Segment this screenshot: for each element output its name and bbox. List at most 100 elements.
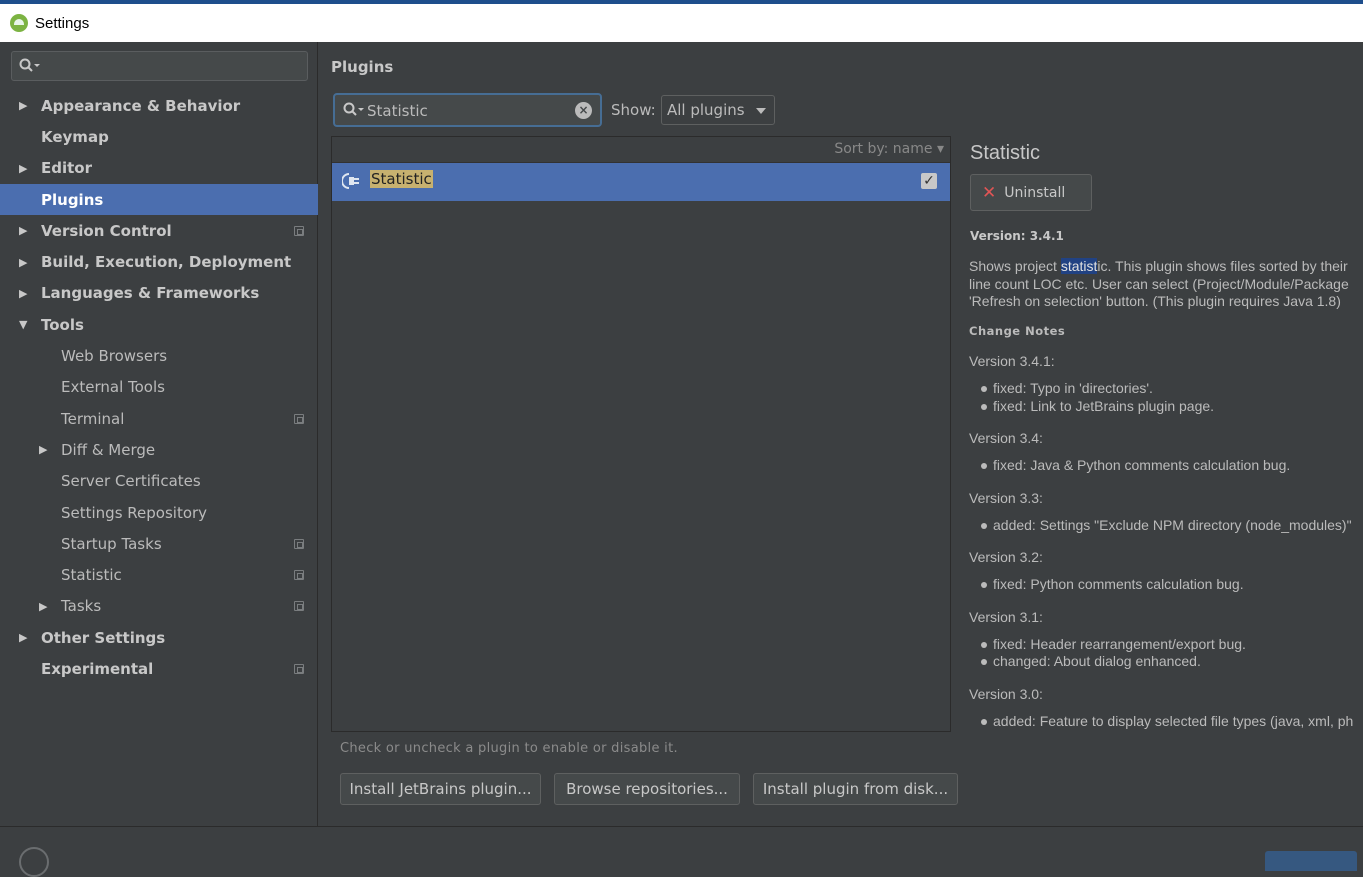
plugin-row-statistic[interactable]: Statistic ✓ — [332, 163, 950, 201]
settings-search-input[interactable] — [11, 51, 308, 81]
list-item: fixed: Typo in 'directories'. — [979, 380, 1363, 398]
sidebar-item-settings-repository[interactable]: Settings Repository — [0, 497, 318, 528]
help-icon[interactable] — [19, 847, 49, 877]
expand-right-icon[interactable]: ▶ — [19, 287, 27, 300]
change-note-list: fixed: Java & Python comments calculatio… — [969, 457, 1363, 475]
sort-by-label: Sort by: name — [834, 141, 933, 157]
change-note-list: fixed: Python comments calculation bug. — [969, 576, 1363, 594]
plugin-detail-name: Statistic — [970, 142, 1041, 164]
plugin-name: Statistic — [370, 170, 433, 188]
sidebar-item-label: Tasks — [61, 597, 102, 616]
sidebar-item-plugins[interactable]: Plugins — [0, 183, 318, 216]
expand-right-icon[interactable]: ▶ — [19, 256, 27, 269]
browse-repositories-button[interactable]: Browse repositories... — [554, 773, 740, 805]
list-item: added: Feature to display selected file … — [979, 713, 1363, 731]
sidebar-item-label: Terminal — [61, 409, 125, 428]
list-item: fixed: Header rearrangement/export bug. — [979, 636, 1363, 654]
expand-right-icon[interactable]: ▶ — [19, 631, 27, 644]
expand-right-icon[interactable]: ▶ — [19, 162, 27, 175]
desc-text: ic. This plugin shows files sorted by th… — [1097, 258, 1348, 274]
sidebar-item-diff-merge[interactable]: ▶ Diff & Merge — [0, 434, 318, 465]
sidebar-item-languages-frameworks[interactable]: ▶ Languages & Frameworks — [0, 278, 318, 309]
sidebar-item-tools[interactable]: ▼ Tools — [0, 309, 318, 340]
sidebar-item-build-execution-deployment[interactable]: ▶ Build, Execution, Deployment — [0, 246, 318, 277]
plugin-plug-icon — [341, 172, 360, 190]
search-icon — [343, 102, 365, 122]
expand-right-icon[interactable]: ▶ — [19, 99, 27, 112]
list-item: added: Settings "Exclude NPM directory (… — [979, 517, 1363, 535]
sidebar-item-tasks[interactable]: ▶ Tasks — [0, 591, 318, 622]
sidebar-item-experimental[interactable]: Experimental — [0, 653, 318, 684]
clear-search-icon[interactable]: × — [575, 102, 592, 119]
sidebar-item-label: Settings Repository — [61, 503, 208, 522]
plugin-enabled-checkbox[interactable]: ✓ — [921, 173, 937, 189]
change-note-version: Version 3.1: — [969, 608, 1043, 625]
sidebar-item-label: Other Settings — [41, 628, 166, 647]
project-scope-icon — [294, 570, 304, 581]
sidebar-item-label: Server Certificates — [61, 472, 201, 491]
project-scope-icon — [294, 663, 304, 674]
project-scope-icon — [294, 538, 304, 549]
show-filter-dropdown[interactable]: All plugins — [661, 95, 775, 125]
change-note-version: Version 3.4.1: — [969, 353, 1055, 369]
sidebar-item-label: Startup Tasks — [61, 534, 162, 553]
sidebar-item-other-settings[interactable]: ▶ Other Settings — [0, 622, 318, 653]
list-item: fixed: Java & Python comments calculatio… — [979, 457, 1363, 475]
android-studio-icon — [10, 14, 28, 32]
sidebar-item-label: Editor — [41, 159, 92, 178]
change-notes-heading: Change Notes — [969, 324, 1066, 338]
uninstall-label: Uninstall — [1004, 184, 1066, 201]
change-note-version: Version 3.4: — [969, 430, 1043, 446]
chevron-down-icon — [756, 108, 766, 114]
change-note-version: Version 3.0: — [969, 685, 1043, 702]
ok-button[interactable] — [1265, 851, 1357, 871]
sort-bar: Sort by: name ▾ — [332, 137, 950, 163]
sidebar-item-version-control[interactable]: ▶ Version Control — [0, 215, 318, 246]
install-jetbrains-plugin-button[interactable]: Install JetBrains plugin... — [340, 773, 541, 805]
expand-right-icon[interactable]: ▶ — [19, 224, 27, 237]
sidebar-item-label: Languages & Frameworks — [41, 284, 260, 303]
desc-text: 'Refresh on selection' button. (This plu… — [969, 293, 1341, 309]
change-note-list: fixed: Typo in 'directories'. fixed: Link… — [969, 380, 1363, 415]
desc-text: line count LOC etc. User can select (Pro… — [969, 275, 1349, 292]
expand-right-icon[interactable]: ▶ — [39, 600, 47, 613]
sidebar-item-label: Experimental — [41, 659, 154, 678]
change-note-list: added: Feature to display selected file … — [969, 713, 1363, 731]
project-scope-icon — [294, 601, 304, 612]
expand-right-icon[interactable]: ▶ — [39, 443, 47, 456]
uninstall-button[interactable]: ✕ Uninstall — [970, 174, 1092, 211]
project-scope-icon — [294, 413, 304, 424]
change-notes: Version 3.4.1: fixed: Typo in 'directorie… — [969, 350, 1363, 732]
desc-highlight: statist — [1060, 258, 1098, 274]
sidebar-item-keymap[interactable]: Keymap — [0, 121, 318, 152]
sidebar-item-label: External Tools — [61, 378, 165, 397]
sidebar-item-label: Diff & Merge — [61, 440, 156, 459]
plugins-panel: Plugins × Show: All plugins Sort by: nam… — [319, 42, 1363, 826]
change-note-version: Version 3.2: — [969, 549, 1043, 565]
sidebar-item-label: Web Browsers — [61, 347, 168, 366]
sidebar-item-label: Plugins — [41, 190, 104, 209]
sidebar-item-server-certificates[interactable]: Server Certificates — [0, 466, 318, 497]
sidebar-item-external-tools[interactable]: External Tools — [0, 372, 318, 403]
expand-down-icon[interactable]: ▼ — [19, 318, 27, 331]
change-note-list: fixed: Header rearrangement/export bug. c… — [969, 636, 1363, 671]
window-title: Settings — [35, 14, 90, 32]
list-item: fixed: Link to JetBrains plugin page. — [979, 398, 1363, 416]
sidebar-item-startup-tasks[interactable]: Startup Tasks — [0, 528, 318, 559]
sidebar-item-label: Keymap — [41, 127, 109, 146]
plugin-list: Sort by: name ▾ Statistic ✓ — [331, 136, 951, 732]
settings-tree: ▶ Appearance & Behavior Keymap ▶ Editor Plugi… — [0, 90, 318, 685]
sidebar-item-terminal[interactable]: Terminal — [0, 403, 318, 434]
plugin-search-field[interactable]: × — [333, 93, 602, 127]
sidebar-item-appearance-behavior[interactable]: ▶ Appearance & Behavior — [0, 90, 318, 121]
sidebar-item-statistic[interactable]: Statistic — [0, 559, 318, 590]
change-note-version: Version 3.3: — [969, 489, 1043, 506]
plugin-version: Version: 3.4.1 — [970, 229, 1064, 243]
sidebar-item-web-browsers[interactable]: Web Browsers — [0, 340, 318, 371]
page-title: Plugins — [331, 58, 394, 76]
plugin-detail-pane: Statistic ✕ Uninstall Version: 3.4.1 Sho… — [950, 136, 1363, 732]
sidebar-item-editor[interactable]: ▶ Editor — [0, 153, 318, 184]
install-from-disk-button[interactable]: Install plugin from disk... — [753, 773, 958, 805]
sort-by-button[interactable]: Sort by: name ▾ — [834, 141, 944, 157]
plugin-search-input[interactable] — [367, 101, 567, 121]
